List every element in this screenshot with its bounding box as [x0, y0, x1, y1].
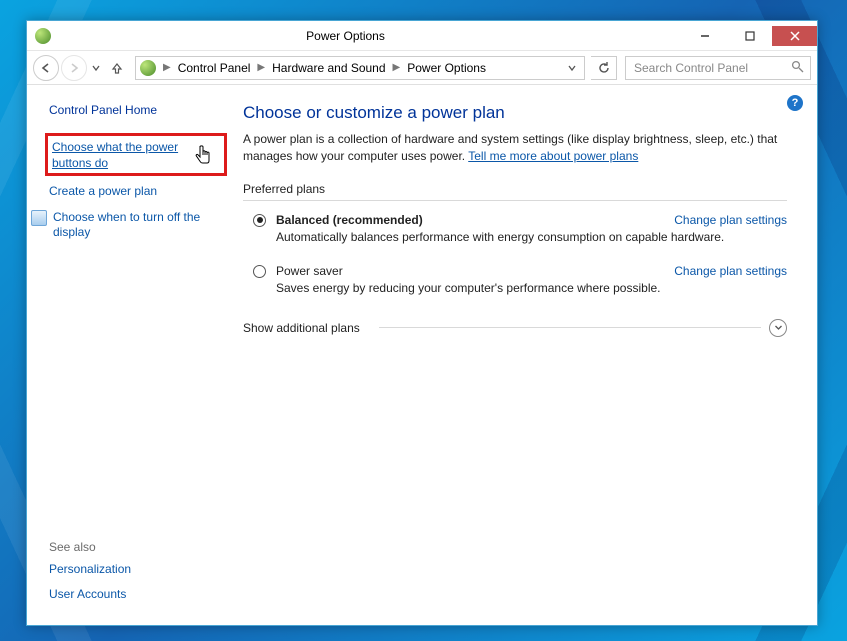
help-icon[interactable]: ? [787, 95, 803, 111]
power-options-window: Power Options ▶ Contro [26, 20, 818, 626]
window-buttons [682, 26, 817, 46]
choose-turn-off-display-link[interactable]: Choose when to turn off the display [31, 210, 223, 241]
change-plan-settings-link[interactable]: Change plan settings [674, 213, 787, 227]
see-also-personalization[interactable]: Personalization [49, 562, 223, 578]
choose-power-buttons-link[interactable]: Choose what the power buttons do [52, 140, 220, 171]
maximize-button[interactable] [727, 26, 772, 46]
close-button[interactable] [772, 26, 817, 46]
window-title: Power Options [59, 29, 682, 43]
plan-name[interactable]: Power saver [276, 264, 674, 278]
page-heading: Choose or customize a power plan [243, 103, 787, 123]
plan-name[interactable]: Balanced (recommended) [276, 213, 674, 227]
chevron-right-icon[interactable]: ▶ [256, 62, 266, 73]
chevron-right-icon[interactable]: ▶ [392, 62, 402, 73]
breadcrumb-item[interactable]: Control Panel [174, 61, 255, 75]
expand-chevron-icon[interactable] [769, 319, 787, 337]
divider [243, 200, 787, 201]
side-pane: Control Panel Home Choose what the power… [27, 85, 235, 625]
see-also-label: See also [49, 540, 223, 554]
plan-balanced: Balanced (recommended) Change plan setti… [253, 213, 787, 258]
change-plan-settings-link[interactable]: Change plan settings [674, 264, 787, 278]
show-additional-plans[interactable]: Show additional plans [243, 319, 787, 337]
plan-power-saver: Power saver Change plan settings Saves e… [253, 264, 787, 309]
create-power-plan-link[interactable]: Create a power plan [49, 184, 223, 200]
tell-me-more-link[interactable]: Tell me more about power plans [468, 149, 638, 163]
see-also-user-accounts[interactable]: User Accounts [49, 587, 223, 603]
power-options-icon [140, 60, 156, 76]
content-area: ? Control Panel Home Choose what the pow… [27, 85, 817, 625]
plan-radio-power-saver[interactable] [253, 265, 266, 278]
preferred-plans-label: Preferred plans [243, 182, 787, 196]
control-panel-home-link[interactable]: Control Panel Home [49, 103, 223, 117]
main-pane: Choose or customize a power plan A power… [235, 85, 817, 625]
search-input[interactable] [632, 60, 791, 76]
back-button[interactable] [33, 55, 59, 81]
refresh-button[interactable] [591, 56, 617, 80]
divider [379, 327, 762, 328]
highlight-annotation: Choose what the power buttons do [45, 133, 227, 176]
search-icon[interactable] [791, 60, 804, 76]
sidebar-link-label: Choose when to turn off the display [53, 210, 223, 241]
plan-description: Automatically balances performance with … [276, 230, 787, 244]
search-box[interactable] [625, 56, 811, 80]
power-options-icon [35, 28, 51, 44]
display-icon [31, 210, 47, 226]
plan-radio-balanced[interactable] [253, 214, 266, 227]
chevron-right-icon[interactable]: ▶ [162, 62, 172, 73]
page-description: A power plan is a collection of hardware… [243, 131, 787, 166]
history-dropdown-icon[interactable] [89, 61, 103, 75]
plan-description: Saves energy by reducing your computer's… [276, 281, 787, 295]
address-bar-row: ▶ Control Panel ▶ Hardware and Sound ▶ P… [27, 51, 817, 85]
titlebar: Power Options [27, 21, 817, 51]
breadcrumb-item[interactable]: Hardware and Sound [268, 61, 389, 75]
breadcrumb-item[interactable]: Power Options [403, 61, 490, 75]
chevron-down-icon[interactable] [564, 61, 580, 75]
minimize-button[interactable] [682, 26, 727, 46]
breadcrumb-bar[interactable]: ▶ Control Panel ▶ Hardware and Sound ▶ P… [135, 56, 585, 80]
show-additional-plans-label: Show additional plans [243, 321, 371, 335]
forward-button[interactable] [61, 55, 87, 81]
up-button[interactable] [105, 56, 129, 80]
